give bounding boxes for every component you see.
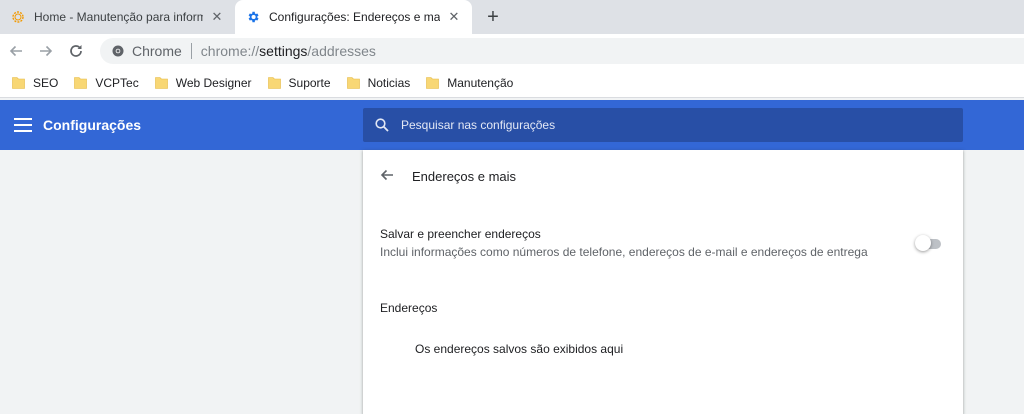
toggle-knob <box>915 235 931 251</box>
folder-icon <box>12 77 25 89</box>
url-path: /addresses <box>307 43 376 59</box>
subpage-title: Endereços e mais <box>412 169 517 184</box>
url-scheme: chrome:// <box>200 43 260 59</box>
save-fill-addresses-row[interactable]: Salvar e preencher endereços Inclui info… <box>363 224 963 264</box>
tab-title: Home - Manutenção para inform <box>34 10 203 24</box>
bookmark-label: Web Designer <box>175 75 252 90</box>
arrow-back-icon[interactable] <box>379 167 395 183</box>
settings-card: Endereços e mais Salvar e preencher ende… <box>363 150 963 414</box>
folder-icon <box>154 77 168 89</box>
folder-icon <box>426 77 440 89</box>
hamburger-menu-icon[interactable] <box>14 117 32 133</box>
addresses-section-label: Endereços <box>380 301 438 315</box>
reload-button[interactable] <box>64 39 88 63</box>
subpage-header: Endereços e mais <box>363 160 963 190</box>
sun-gear-icon <box>10 9 26 25</box>
back-button[interactable] <box>4 39 28 63</box>
bookmark-label: SEO <box>33 75 59 90</box>
bookmark-label: VCPTec <box>95 75 139 90</box>
tab-settings[interactable]: Configurações: Endereços e mais ✕ <box>235 0 472 34</box>
save-fill-label: Salvar e preencher endereços <box>380 227 541 241</box>
close-tab-icon[interactable]: ✕ <box>209 9 225 25</box>
tab-strip: Home - Manutenção para inform ✕ Configur… <box>0 0 1024 34</box>
new-tab-button[interactable]: + <box>480 4 506 30</box>
settings-content: Endereços e mais Salvar e preencher ende… <box>0 150 1024 414</box>
bookmark-suporte[interactable]: Suporte <box>262 71 337 95</box>
arrow-left-icon <box>9 45 22 57</box>
browser-toolbar: Chrome chrome://settings/addresses <box>0 34 1024 68</box>
folder-icon <box>346 77 360 89</box>
settings-header: Configurações <box>0 100 1024 150</box>
chrome-icon <box>112 45 124 57</box>
save-fill-description: Inclui informações como números de telef… <box>380 245 868 259</box>
bookmark-manutencao[interactable]: Manutenção <box>420 71 519 95</box>
omnibox-separator <box>190 43 192 59</box>
bookmarks-bar: SEO VCPTec Web Designer Suporte Noticias… <box>0 68 1024 98</box>
bookmark-label: Manutenção <box>447 75 514 90</box>
search-input[interactable] <box>401 118 901 132</box>
addresses-empty-message: Os endereços salvos são exibidos aqui <box>415 342 624 356</box>
folder-icon <box>267 77 281 89</box>
bookmark-web-designer[interactable]: Web Designer <box>149 71 258 95</box>
arrow-right-icon <box>40 45 53 57</box>
bookmark-noticias[interactable]: Noticias <box>341 71 417 95</box>
address-bar[interactable]: Chrome chrome://settings/addresses <box>100 38 1024 64</box>
save-fill-toggle[interactable] <box>915 235 943 251</box>
tab-home[interactable]: Home - Manutenção para inform ✕ <box>0 0 235 34</box>
reload-icon <box>70 45 82 57</box>
omnibox-chip: Chrome <box>132 43 182 59</box>
settings-gear-icon <box>245 9 261 25</box>
tab-title: Configurações: Endereços e mais <box>269 10 440 24</box>
folder-icon <box>74 77 88 89</box>
url-host: settings <box>259 43 308 59</box>
page-title: Configurações <box>43 117 142 133</box>
settings-search[interactable] <box>363 108 963 142</box>
bookmark-label: Noticias <box>367 75 411 90</box>
search-icon <box>375 118 389 132</box>
bookmark-vcptec[interactable]: VCPTec <box>68 71 144 95</box>
forward-button[interactable] <box>34 39 58 63</box>
bookmark-seo[interactable]: SEO <box>6 71 64 95</box>
close-tab-icon[interactable]: ✕ <box>446 9 462 25</box>
bookmark-label: Suporte <box>288 75 331 90</box>
